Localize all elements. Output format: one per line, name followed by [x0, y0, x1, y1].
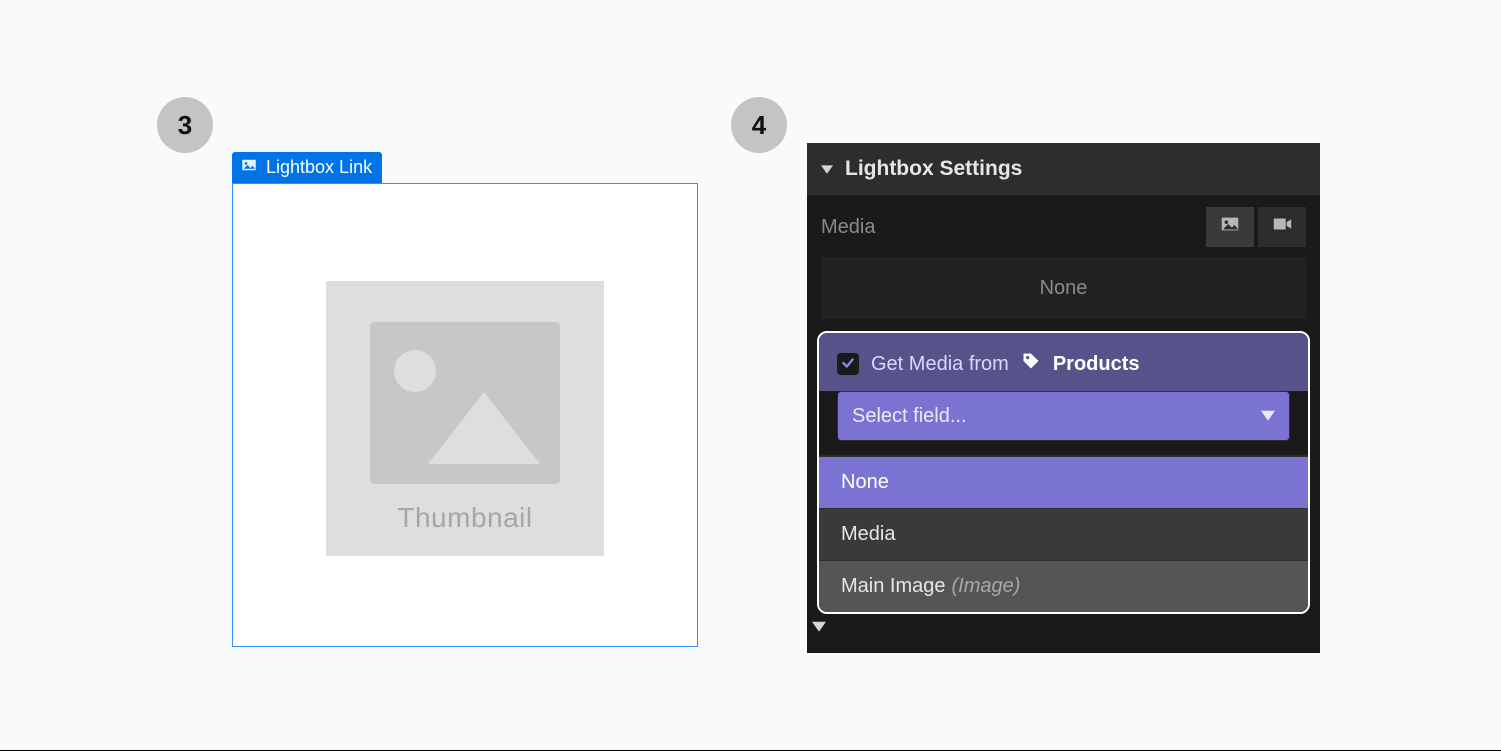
image-placeholder-icon [370, 322, 560, 484]
panel-title: Lightbox Settings [845, 157, 1022, 181]
lightbox-settings-panel: Lightbox Settings Media None [807, 143, 1320, 653]
field-select[interactable]: Select field... [837, 391, 1290, 441]
media-type-image-button[interactable] [1206, 207, 1254, 247]
step-number: 4 [752, 110, 766, 141]
media-value: None [1040, 277, 1088, 300]
panel-header[interactable]: Lightbox Settings [807, 143, 1320, 195]
option-label: Media [841, 523, 895, 546]
dropdown-option-none[interactable]: None [819, 456, 1308, 508]
media-label: Media [821, 216, 875, 239]
cms-binding-box: Get Media from Products Select field... … [817, 331, 1310, 614]
option-label: None [841, 471, 889, 494]
bind-label: Get Media from [871, 353, 1009, 376]
lightbox-icon [240, 156, 258, 179]
option-type: (Image) [952, 575, 1021, 598]
check-icon [841, 353, 855, 376]
bind-header: Get Media from Products [819, 333, 1308, 391]
video-icon [1271, 213, 1293, 241]
collection-name: Products [1053, 353, 1140, 376]
step-badge-4: 4 [731, 97, 787, 153]
thumbnail-label: Thumbnail [397, 502, 532, 534]
step-badge-3: 3 [157, 97, 213, 153]
chevron-down-icon [1261, 405, 1275, 428]
media-type-toggles [1206, 207, 1306, 247]
element-label: Lightbox Link [232, 152, 382, 183]
collapse-icon [821, 157, 833, 181]
step-number: 3 [178, 110, 192, 141]
media-value-box[interactable]: None [821, 257, 1306, 319]
element-label-text: Lightbox Link [266, 157, 372, 178]
lightbox-link-element[interactable]: Lightbox Link Thumbnail [232, 183, 698, 647]
media-row: Media [807, 195, 1320, 247]
select-placeholder: Select field... [852, 405, 967, 428]
field-dropdown: None Media Main Image (Image) [819, 455, 1308, 612]
bind-checkbox[interactable] [837, 353, 859, 375]
tag-icon [1021, 351, 1041, 377]
option-label: Main Image [841, 575, 946, 598]
panel-expand-icon [807, 616, 831, 639]
dropdown-option-main-image[interactable]: Main Image (Image) [819, 560, 1308, 612]
dropdown-option-media[interactable]: Media [819, 508, 1308, 560]
thumbnail-placeholder: Thumbnail [326, 281, 604, 556]
image-icon [1219, 213, 1241, 241]
media-type-video-button[interactable] [1258, 207, 1306, 247]
